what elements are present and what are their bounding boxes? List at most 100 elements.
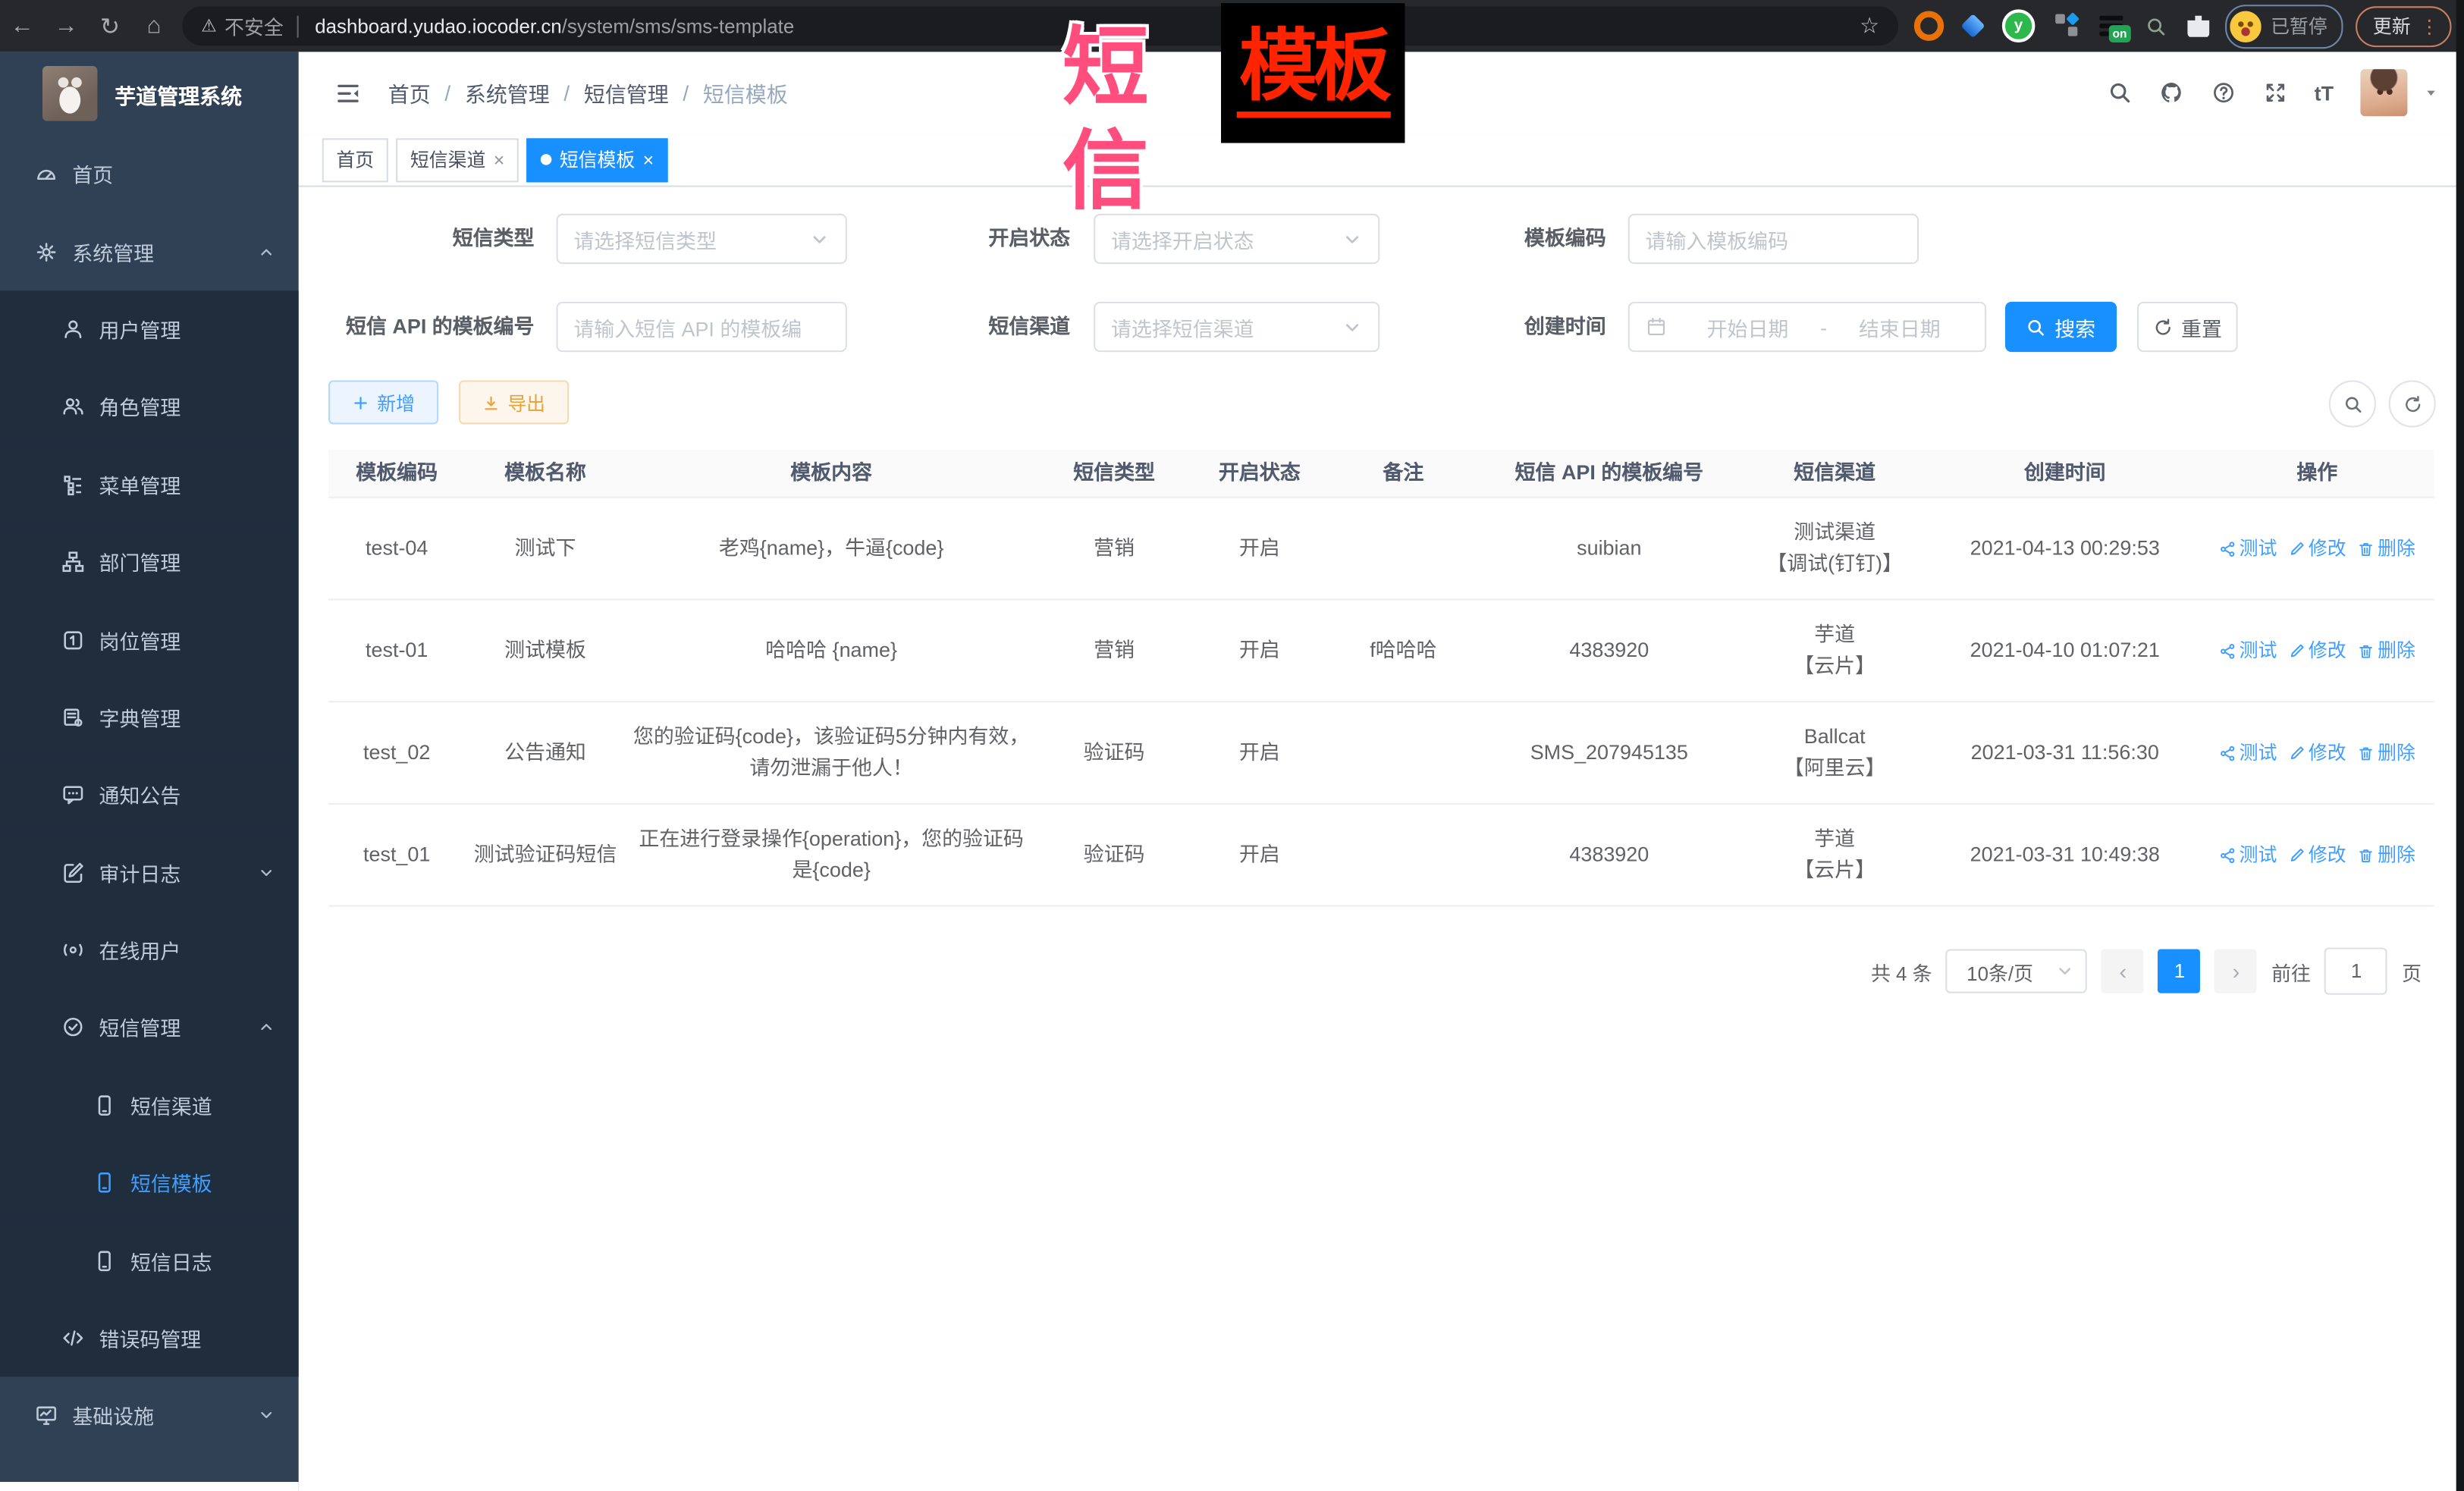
extensions-puzzle-icon[interactable]: [2187, 15, 2209, 37]
extension-ring-icon[interactable]: [1914, 11, 1944, 41]
sidebar-item-11[interactable]: 短信管理: [0, 989, 299, 1066]
bookmark-star-icon[interactable]: ☆: [1860, 13, 1879, 39]
close-tab-icon[interactable]: ×: [494, 149, 505, 171]
github-icon[interactable]: [2158, 80, 2183, 105]
status-select[interactable]: 请选择开启状态: [1094, 214, 1380, 264]
sidebar-item-8[interactable]: 通知公告: [0, 756, 299, 833]
browser-update-button[interactable]: 更新 ⋮: [2356, 5, 2451, 46]
api-template-id-placeholder: 请输入短信 API 的模板编: [573, 312, 802, 341]
fullscreen-icon[interactable]: [2262, 80, 2287, 105]
next-page-button[interactable]: ›: [2215, 950, 2258, 993]
sidebar-item-15[interactable]: 错误码管理: [0, 1299, 299, 1376]
table-row-2[interactable]: test_02公告通知您的验证码{code}，该验证码5分钟内有效，请勿泄漏于他…: [328, 702, 2434, 805]
goto-page-input[interactable]: [2325, 947, 2388, 994]
sidebar-item-0[interactable]: 首页: [0, 135, 299, 212]
tab-0[interactable]: 首页: [322, 137, 388, 181]
sidebar-item-5[interactable]: 部门管理: [0, 523, 299, 601]
trash-icon: [2357, 642, 2375, 659]
avatar-caret-icon[interactable]: [2423, 85, 2439, 101]
column-header-5: 备注: [1328, 450, 1479, 497]
channel-select[interactable]: 请选择短信渠道: [1094, 302, 1380, 352]
sidebar-item-12[interactable]: 短信渠道: [0, 1066, 299, 1144]
edit-link[interactable]: 修改: [2288, 840, 2346, 871]
sidebar-item-9[interactable]: 审计日志: [0, 833, 299, 911]
header-search-icon[interactable]: [2107, 80, 2132, 105]
sidebar-item-1[interactable]: 系统管理: [0, 213, 299, 290]
reset-button[interactable]: 重置: [2137, 302, 2238, 352]
sidebar-item-7[interactable]: 字典管理: [0, 679, 299, 756]
delete-link[interactable]: 删除: [2357, 635, 2415, 666]
extension-search-icon[interactable]: [2145, 15, 2167, 37]
breadcrumb-sms[interactable]: 短信管理: [584, 77, 669, 108]
create-time-range-picker[interactable]: 开始日期 - 结束日期: [1628, 302, 1986, 352]
browser-back-icon[interactable]: ←: [0, 13, 44, 39]
breadcrumb-system[interactable]: 系统管理: [465, 77, 550, 108]
sidebar-item-2[interactable]: 用户管理: [0, 290, 299, 368]
template-code-input[interactable]: 请输入模板编码: [1628, 214, 1919, 264]
browser-forward-icon[interactable]: →: [44, 13, 88, 39]
browser-menu-icon[interactable]: ⋮: [2420, 15, 2439, 37]
tab-1[interactable]: 短信渠道×: [396, 137, 519, 181]
browser-home-icon[interactable]: ⌂: [132, 13, 176, 39]
tab-2[interactable]: 短信模板×: [526, 137, 668, 181]
user-icon: [61, 317, 85, 341]
edit-link[interactable]: 修改: [2288, 532, 2346, 563]
edit-link[interactable]: 修改: [2288, 635, 2346, 666]
sidebar-item-14[interactable]: 短信日志: [0, 1222, 299, 1299]
help-icon[interactable]: [2211, 80, 2236, 105]
update-label: 更新: [2373, 13, 2411, 39]
extension-list-icon[interactable]: on: [2099, 14, 2124, 38]
delete-link[interactable]: 删除: [2357, 737, 2415, 768]
font-size-icon[interactable]: tT: [2315, 81, 2334, 105]
close-tab-icon[interactable]: ×: [643, 149, 654, 171]
sidebar-item-label: 在线用户: [99, 935, 181, 965]
tree-icon: [61, 472, 85, 496]
table-row-3[interactable]: test_01测试验证码短信正在进行登录操作{operation}，您的验证码是…: [328, 805, 2434, 907]
test-link[interactable]: 测试: [2219, 532, 2277, 563]
cell-3-5: [1328, 840, 1479, 871]
sidebar-fold-icon[interactable]: [334, 80, 361, 106]
extension-y-icon[interactable]: y: [2002, 9, 2036, 42]
profile-avatar: [2230, 10, 2261, 41]
window-edge: [2456, 0, 2464, 1491]
browser-address-bar[interactable]: ⚠ 不安全 dashboard.yudao.iocoder.cn/system/…: [182, 6, 1898, 46]
cell-2-4: 开启: [1191, 721, 1328, 784]
table-row-1[interactable]: test-01测试模板哈哈哈 {name}营销开启f哈哈哈4383920芋道【云…: [328, 601, 2434, 703]
cell-actions-2: 测试修改删除: [2200, 721, 2434, 784]
delete-link[interactable]: 删除: [2357, 840, 2415, 871]
breadcrumb-home[interactable]: 首页: [388, 77, 431, 108]
search-button[interactable]: 搜索: [2005, 302, 2117, 352]
sidebar-item-10[interactable]: 在线用户: [0, 912, 299, 989]
user-avatar[interactable]: [2360, 69, 2407, 116]
column-header-9: 操作: [2200, 450, 2434, 497]
show-search-button[interactable]: [2329, 380, 2376, 427]
cell-1-4: 开启: [1191, 619, 1328, 682]
page-size-select[interactable]: 10条/页: [1946, 950, 2087, 993]
sidebar-item-label: 部门管理: [99, 547, 181, 576]
browser-profile-chip[interactable]: 已暂停: [2225, 4, 2343, 48]
add-button[interactable]: 新增: [328, 380, 438, 424]
sidebar-item-16[interactable]: 基础设施: [0, 1377, 299, 1455]
extension-grid-icon[interactable]: [2055, 14, 2079, 38]
browser-reload-icon[interactable]: ↻: [88, 12, 132, 40]
sidebar-item-3[interactable]: 角色管理: [0, 368, 299, 445]
export-button[interactable]: 导出: [459, 380, 569, 424]
delete-link[interactable]: 删除: [2357, 532, 2415, 563]
page-1-button[interactable]: 1: [2158, 950, 2201, 993]
cell-created-0: 2021-04-13 00:29:53: [1930, 517, 2200, 580]
test-link[interactable]: 测试: [2219, 635, 2277, 666]
sidebar-item-4[interactable]: 菜单管理: [0, 446, 299, 523]
sidebar-item-6[interactable]: 岗位管理: [0, 601, 299, 678]
cell-actions-3: 测试修改删除: [2200, 824, 2434, 887]
edit-link[interactable]: 修改: [2288, 737, 2346, 768]
url-host: dashboard.yudao.iocoder.cn: [315, 15, 561, 37]
cell-3-3: 验证码: [1037, 824, 1191, 887]
sidebar-item-13[interactable]: 短信模板: [0, 1144, 299, 1222]
test-link[interactable]: 测试: [2219, 840, 2277, 871]
table-row-0[interactable]: test-04测试下老鸡{name}，牛逼{code}营销开启suibian测试…: [328, 498, 2434, 601]
extension-gem-icon[interactable]: [1960, 14, 1985, 38]
refresh-table-button[interactable]: [2389, 380, 2436, 427]
prev-page-button[interactable]: ‹: [2101, 950, 2144, 993]
test-link[interactable]: 测试: [2219, 737, 2277, 768]
sidebar-item-label: 菜单管理: [99, 469, 181, 499]
